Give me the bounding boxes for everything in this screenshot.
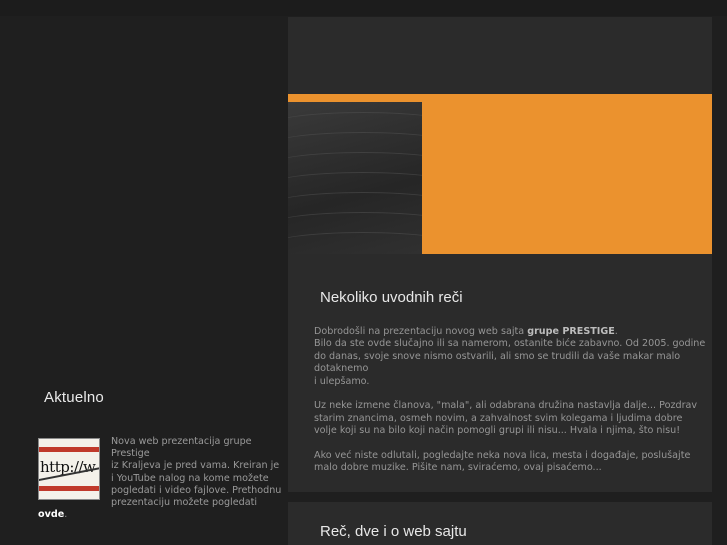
intro-paragraph-1: Dobrodošli na prezentaciju novog web saj… (314, 326, 706, 388)
sidebar: Aktuelno http://w Nova web prezentacija … (0, 0, 288, 545)
intro-paragraph-2: Uz neke izmene članova, "mala", ali odab… (314, 400, 698, 437)
news-end: . (64, 509, 68, 521)
aktuelno-heading: Aktuelno (44, 389, 104, 406)
brand-name: grupe PRESTIGE (527, 326, 615, 337)
intro-text: Dobrodošli na prezentaciju novog web saj… (314, 326, 706, 487)
header-banner (288, 94, 712, 254)
p1-part-a: Dobrodošli na prezentaciju novog web saj… (314, 326, 525, 337)
photo-wave (288, 232, 422, 254)
second-content-box: Reč, dve i o web sajtu (288, 502, 712, 545)
intro-paragraph-3: Ako već niste odlutali, pogledajte neka … (314, 450, 691, 474)
p1-part-d: i ulepšamo. (314, 375, 370, 387)
p1-part-c: Bilo da ste ovde slučajno ili sa namerom… (314, 338, 706, 375)
intro-heading: Nekoliko uvodnih reči (320, 289, 463, 306)
main-content-box: Nekoliko uvodnih reči Dobrodošli na prez… (288, 17, 712, 492)
web-sajt-heading: Reč, dve i o web sajtu (320, 523, 467, 540)
p1-part-b: . (614, 326, 618, 337)
news-link-ovde[interactable]: ovde (38, 509, 64, 520)
news-line-1: Nova web prezentacija grupe Prestige (111, 436, 252, 460)
news-item: Nova web prezentacija grupe Prestige iz K… (38, 436, 283, 521)
banner-photo (288, 102, 422, 254)
news-line-2: iz Kraljeva je pred vama. Kreiran je i Y… (111, 460, 282, 509)
